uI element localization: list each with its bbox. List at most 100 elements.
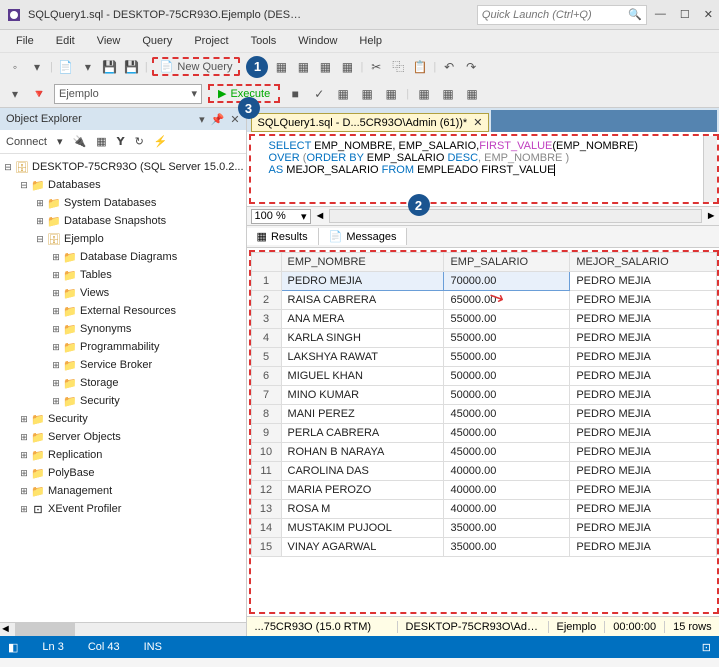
cut-icon[interactable]: ✂ — [367, 58, 385, 76]
cell-mejor[interactable]: PEDRO MEJIA — [570, 405, 716, 424]
cell-nombre[interactable]: VINAY AGARWAL — [281, 538, 444, 557]
rownum-cell[interactable]: 6 — [251, 367, 281, 386]
cell-salario[interactable]: 40000.00 — [444, 500, 570, 519]
close-button[interactable]: ✕ — [704, 8, 713, 21]
tb2-b[interactable]: ▦ — [358, 85, 376, 103]
tree-polybase[interactable]: PolyBase — [48, 467, 94, 479]
saveall-icon[interactable]: 💾 — [123, 58, 141, 76]
rownum-cell[interactable]: 13 — [251, 500, 281, 519]
cell-mejor[interactable]: PEDRO MEJIA — [570, 443, 716, 462]
cell-salario[interactable]: 35000.00 — [444, 538, 570, 557]
quick-launch-input[interactable] — [482, 9, 612, 21]
editor-hscroll[interactable] — [329, 209, 701, 223]
tb2-a[interactable]: ▦ — [334, 85, 352, 103]
tb-icon[interactable]: ▦ — [272, 58, 290, 76]
cell-salario[interactable]: 55000.00 — [444, 329, 570, 348]
table-row[interactable]: 13ROSA M40000.00PEDRO MEJIA — [251, 500, 716, 519]
tree-srvobj[interactable]: Server Objects — [48, 431, 121, 443]
cell-nombre[interactable]: ANA MERA — [281, 310, 444, 329]
cell-nombre[interactable]: ROSA M — [281, 500, 444, 519]
cell-salario[interactable]: 40000.00 — [444, 481, 570, 500]
database-combo[interactable]: Ejemplo ▾ — [54, 84, 202, 104]
cell-mejor[interactable]: PEDRO MEJIA — [570, 329, 716, 348]
rownum-cell[interactable]: 11 — [251, 462, 281, 481]
tree-xevent[interactable]: XEvent Profiler — [48, 503, 121, 515]
back-icon[interactable]: ◦ — [6, 58, 24, 76]
pin-icon[interactable]: ▾ — [199, 113, 205, 126]
menu-query[interactable]: Query — [132, 33, 182, 49]
dbdrop-icon[interactable]: ▾ — [6, 85, 24, 103]
cell-nombre[interactable]: PEDRO MEJIA — [281, 272, 444, 291]
col-empnombre[interactable]: EMP_NOMBRE — [281, 253, 444, 272]
tree-tables[interactable]: Tables — [80, 269, 112, 281]
paste-icon[interactable]: 📋 — [411, 58, 429, 76]
tb2-f[interactable]: ▦ — [463, 85, 481, 103]
tb-icon2[interactable]: ▦ — [294, 58, 312, 76]
tab-sqlquery1[interactable]: SQLQuery1.sql - D...5CR93O\Admin (61))* … — [251, 113, 490, 132]
stop-icon[interactable]: ■ — [286, 85, 304, 103]
tb-icon3[interactable]: ▦ — [316, 58, 334, 76]
connect-label[interactable]: Connect — [6, 136, 47, 148]
cell-mejor[interactable]: PEDRO MEJIA — [570, 519, 716, 538]
rownum-cell[interactable]: 2 — [251, 291, 281, 310]
tree-sysdb[interactable]: System Databases — [64, 197, 156, 209]
quick-launch[interactable]: 🔍 — [477, 5, 647, 25]
table-row[interactable]: 10ROHAN B NARAYA45000.00PEDRO MEJIA — [251, 443, 716, 462]
tree-extres[interactable]: External Resources — [80, 305, 176, 317]
cell-mejor[interactable]: PEDRO MEJIA — [570, 310, 716, 329]
rownum-cell[interactable]: 10 — [251, 443, 281, 462]
table-row[interactable]: 8MANI PEREZ45000.00PEDRO MEJIA — [251, 405, 716, 424]
cell-mejor[interactable]: PEDRO MEJIA — [570, 500, 716, 519]
connect-icon1[interactable]: 🔌 — [73, 135, 87, 148]
cell-salario[interactable]: 40000.00 — [444, 462, 570, 481]
cell-mejor[interactable]: PEDRO MEJIA — [570, 462, 716, 481]
tab-messages[interactable]: 📄Messages — [319, 228, 408, 245]
tree-repl[interactable]: Replication — [48, 449, 102, 461]
rownum-cell[interactable]: 5 — [251, 348, 281, 367]
editor-vscroll[interactable] — [703, 136, 717, 202]
copy-icon[interactable]: ⿻ — [389, 58, 407, 76]
tree-storage[interactable]: Storage — [80, 377, 119, 389]
rownum-cell[interactable]: 12 — [251, 481, 281, 500]
dbdrop-icon2[interactable]: 🔻 — [30, 85, 48, 103]
cell-mejor[interactable]: PEDRO MEJIA — [570, 291, 716, 310]
tree-ejemplo[interactable]: Ejemplo — [64, 233, 104, 245]
table-row[interactable]: 15VINAY AGARWAL35000.00PEDRO MEJIA — [251, 538, 716, 557]
rownum-cell[interactable]: 8 — [251, 405, 281, 424]
rownum-header[interactable] — [251, 253, 281, 272]
table-row[interactable]: 7MINO KUMAR50000.00PEDRO MEJIA — [251, 386, 716, 405]
cell-nombre[interactable]: LAKSHYA RAWAT — [281, 348, 444, 367]
rownum-cell[interactable]: 7 — [251, 386, 281, 405]
tree-databases[interactable]: Databases — [48, 179, 101, 191]
menu-help[interactable]: Help — [349, 33, 392, 49]
rownum-cell[interactable]: 9 — [251, 424, 281, 443]
cell-salario[interactable]: 45000.00 — [444, 443, 570, 462]
tb-icon4[interactable]: ▦ — [338, 58, 356, 76]
cell-mejor[interactable]: PEDRO MEJIA — [570, 348, 716, 367]
table-row[interactable]: 14MUSTAKIM PUJOOL35000.00PEDRO MEJIA — [251, 519, 716, 538]
refresh-icon[interactable]: ↻ — [135, 135, 144, 148]
table-row[interactable]: 2RAISA CABRERA65000.00PEDRO MEJIA — [251, 291, 716, 310]
object-tree[interactable]: ⊟🗄DESKTOP-75CR93O (SQL Server 15.0.2... … — [0, 154, 246, 622]
cell-nombre[interactable]: MUSTAKIM PUJOOL — [281, 519, 444, 538]
pin-icon2[interactable]: 📌 — [211, 113, 225, 126]
minimize-button[interactable]: — — [655, 8, 666, 21]
zoom-left-icon[interactable]: ◄ — [315, 210, 326, 222]
rownum-cell[interactable]: 4 — [251, 329, 281, 348]
cell-nombre[interactable]: MARIA PEROZO — [281, 481, 444, 500]
cell-salario[interactable]: 70000.00 — [444, 272, 570, 291]
cell-salario[interactable]: 35000.00 — [444, 519, 570, 538]
menu-view[interactable]: View — [87, 33, 131, 49]
search-icon[interactable]: 🔍 — [628, 8, 642, 21]
table-row[interactable]: 1PEDRO MEJIA70000.00PEDRO MEJIA — [251, 272, 716, 291]
cell-nombre[interactable]: KARLA SINGH — [281, 329, 444, 348]
cell-mejor[interactable]: PEDRO MEJIA — [570, 386, 716, 405]
save-icon[interactable]: 💾 — [101, 58, 119, 76]
newproj-icon[interactable]: 📄 — [57, 58, 75, 76]
fwd-icon[interactable]: ▾ — [28, 58, 46, 76]
cell-salario[interactable]: 65000.00 — [444, 291, 570, 310]
cell-mejor[interactable]: PEDRO MEJIA — [570, 272, 716, 291]
tb2-e[interactable]: ▦ — [439, 85, 457, 103]
menu-edit[interactable]: Edit — [46, 33, 85, 49]
menu-file[interactable]: File — [6, 33, 44, 49]
